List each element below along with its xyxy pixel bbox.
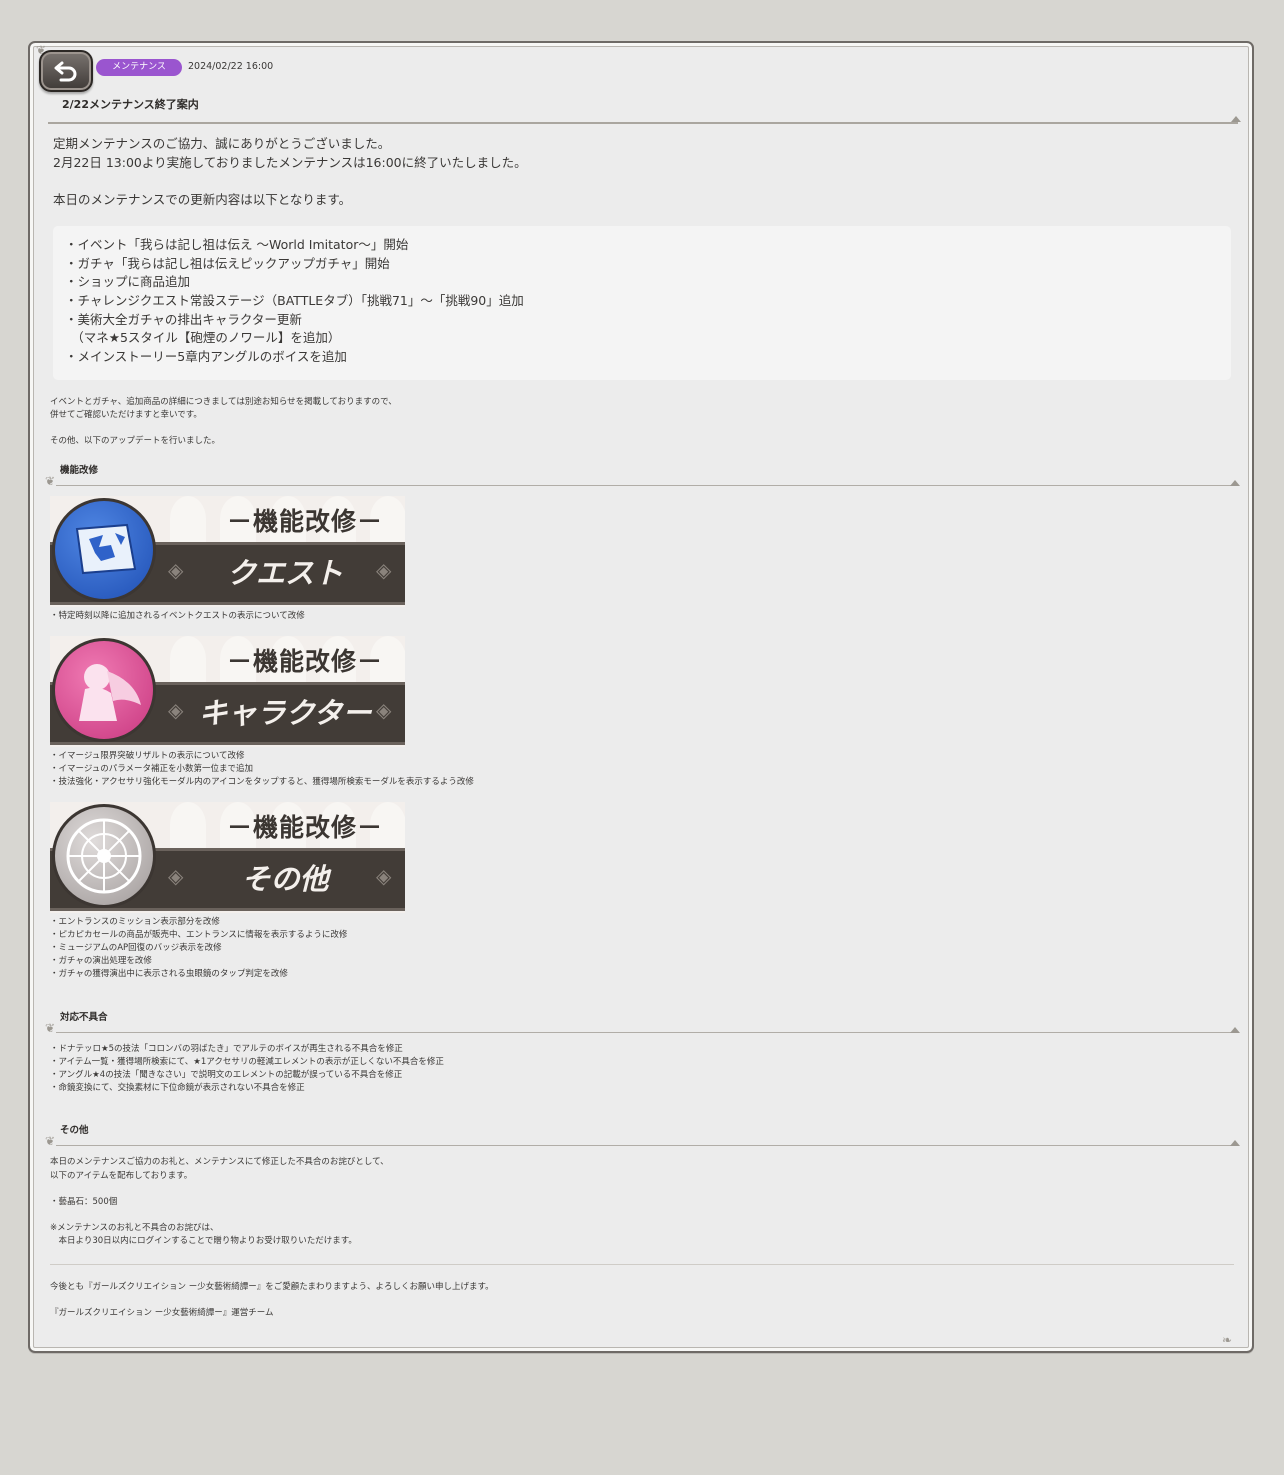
banner-title: －機能改修－ (226, 813, 383, 842)
reward-item: ・藝晶石：500個 (50, 1197, 118, 1207)
other-line: 本日のメンテナンスご協力のお礼と、メンテナンスにて修正した不具合のお詫びとして、 (50, 1157, 389, 1167)
bug-item: ・アイテム一覧・獲得場所検索にて、★1アクセサリの軽減エレメントの表示が正しくな… (50, 1057, 444, 1067)
section-divider (56, 1032, 1238, 1033)
list-item: ・メインストーリー5章内アングルのボイスを追加 (65, 349, 347, 364)
banner-quest: －機能改修－ ◈ ◈ クエスト (50, 496, 405, 607)
note-line: 併せてご確認いただけますと幸いです。 (50, 410, 202, 420)
other-item: ・ピカピカセールの商品が販売中、エントランスに情報を表示するように改修 (50, 930, 348, 940)
other-item: ・ミュージアムのAP回復のバッジ表示を改修 (50, 943, 222, 953)
return-arrow-icon (54, 61, 77, 82)
section-heading-bugs: 対応不具合 (60, 1012, 108, 1023)
page-title: 2/22メンテナンス終了案内 (62, 98, 199, 111)
list-item: （マネ★5スタイル【砲煙のノワール】を追加） (65, 330, 341, 345)
other-line: 本日より30日以内にログインすることで贈り物よりお受け取りいただけます。 (50, 1236, 357, 1246)
intro-line: 定期メンテナンスのご協力、誠にありがとうございました。 (53, 136, 391, 151)
list-item: ・ガチャ「我らは記し祖は伝えピックアップガチャ」開始 (65, 256, 390, 271)
banner-subtitle: その他 (241, 862, 329, 896)
divider-ornament-icon (1231, 116, 1241, 122)
banner-title: －機能改修－ (226, 507, 383, 536)
category-badge: メンテナンス (96, 59, 182, 76)
other-line: 以下のアイテムを配布しております。 (50, 1171, 193, 1181)
note-line: イベントとガチャ、追加商品の詳細につきましては別途お知らせを掲載しておりますので… (50, 397, 397, 407)
bug-item: ・アングル★4の技法「聞きなさい」で説明文のエレメントの記載が誤っている不具合を… (50, 1070, 403, 1080)
divider-ornament-icon (1230, 1027, 1240, 1033)
intro-line: 本日のメンテナンスでの更新内容は以下となります。 (53, 192, 352, 207)
banner-other: －機能改修－ ◈ ◈ その他 (50, 802, 405, 913)
section-heading-improvements: 機能改修 (60, 465, 99, 476)
list-item: ・チャレンジクエスト常設ステージ（BATTLEタブ）「挑戦71」〜「挑戦90」追… (65, 293, 524, 308)
other-item: ・エントランスのミッション表示部分を改修 (50, 917, 220, 927)
section-divider (56, 485, 1238, 486)
other-line: ※メンテナンスのお礼と不具合のお詫びは、 (50, 1223, 219, 1233)
list-item: ・イベント「我らは記し祖は伝え 〜World Imitator〜」開始 (65, 237, 409, 252)
footer-signature: 『ガールズクリエイション ー少女藝術綺譚ー』運営チーム (50, 1308, 274, 1318)
bug-item: ・ドナテッロ★5の技法「コロンバの羽ばたき」でアルテのボイスが再生される不具合を… (50, 1044, 403, 1054)
title-divider (48, 122, 1238, 124)
corner-flourish-icon: ❧ (1222, 1333, 1233, 1347)
character-silhouette-icon (52, 638, 156, 742)
other-item: ・ガチャの演出処理を改修 (50, 956, 152, 966)
list-item: ・ショップに商品追加 (65, 274, 191, 289)
quest-item: ・特定時刻以降に追加されるイベントクエストの表示について改修 (50, 611, 305, 621)
update-list: ・イベント「我らは記し祖は伝え 〜World Imitator〜」開始 ・ガチャ… (53, 226, 1231, 380)
section-divider (56, 1145, 1238, 1146)
banner-title: －機能改修－ (226, 647, 383, 676)
character-item: ・イマージュのパラメータ補正を小数第一位まで追加 (50, 764, 253, 774)
footer-divider (50, 1264, 1234, 1265)
banner-subtitle: キャラクター (198, 696, 372, 730)
intro-line: 2月22日 13:00より実施しておりましたメンテナンスは16:00に終了いたし… (53, 155, 527, 170)
banner-character: －機能改修－ ◈ ◈ キャラクター (50, 636, 405, 747)
list-item: ・美術大全ガチャの排出キャラクター更新 (65, 312, 302, 327)
divider-ornament-icon (1230, 1140, 1240, 1146)
character-item: ・技法強化・アクセサリ強化モーダル内のアイコンをタップすると、獲得場所検索モーダ… (50, 777, 474, 787)
section-flourish-icon: ❦ (45, 474, 56, 488)
other-item: ・ガチャの獲得演出中に表示される虫眼鏡のタップ判定を改修 (50, 969, 288, 979)
post-date: 2024/02/22 16:00 (188, 61, 274, 72)
divider-ornament-icon (1230, 480, 1240, 486)
note-line: その他、以下のアップデートを行いました。 (50, 436, 221, 446)
section-flourish-icon: ❦ (45, 1134, 56, 1148)
section-heading-other: その他 (60, 1125, 89, 1136)
back-button[interactable] (39, 50, 93, 92)
bug-item: ・命鏡変換にて、交換素材に下位命鏡が表示されない不具合を修正 (50, 1083, 305, 1093)
section-flourish-icon: ❦ (45, 1021, 56, 1035)
map-icon (52, 498, 156, 602)
footer-line: 今後とも『ガールズクリエイション ー少女藝術綺譚ー』をご愛顧たまわりますよう、よ… (50, 1282, 494, 1292)
rose-window-icon (52, 804, 156, 908)
banner-subtitle: クエスト (226, 556, 343, 590)
character-item: ・イマージュ限界突破リザルトの表示について改修 (50, 751, 245, 761)
